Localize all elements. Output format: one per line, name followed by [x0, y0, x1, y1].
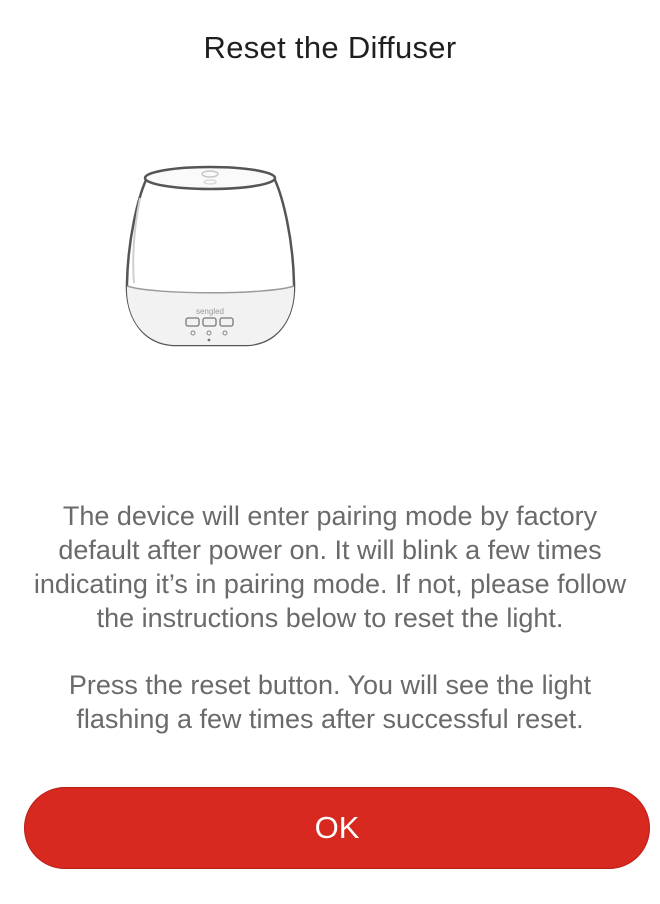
page-title: Reset the Diffuser [203, 30, 457, 65]
diffuser-illustration: sengled [118, 158, 304, 354]
pairing-instructions: The device will enter pairing mode by fa… [33, 501, 627, 633]
ok-button[interactable]: OK [24, 787, 650, 869]
brand-logo: sengled [196, 307, 224, 316]
diffuser-image: sengled [125, 165, 296, 347]
reset-instructions: Press the reset button. You will see the… [68, 670, 592, 734]
